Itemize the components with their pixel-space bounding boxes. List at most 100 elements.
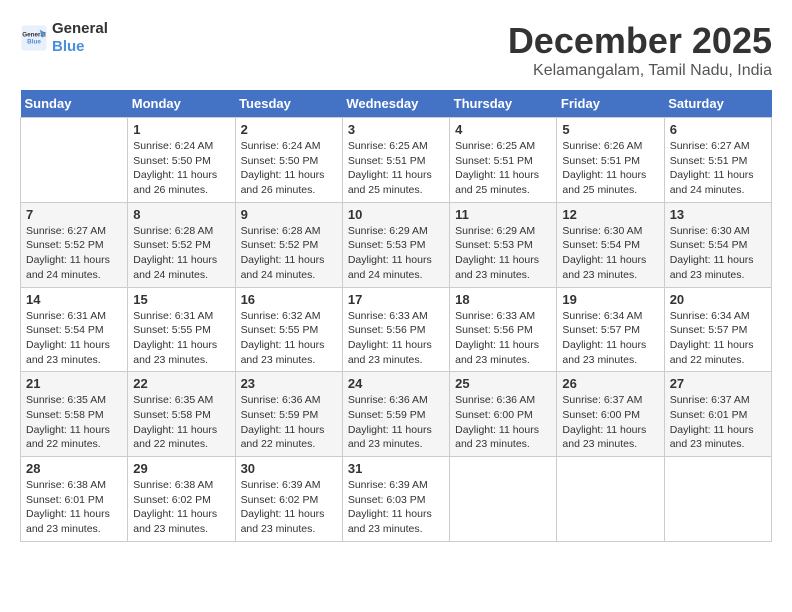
calendar-cell: 12 Sunrise: 6:30 AM Sunset: 5:54 PM Dayli… bbox=[557, 202, 664, 287]
day-info: Sunrise: 6:37 AM Sunset: 6:00 PM Dayligh… bbox=[562, 393, 658, 452]
day-number: 27 bbox=[670, 376, 766, 391]
day-number: 5 bbox=[562, 122, 658, 137]
page-header: General Blue General Blue December 2025 … bbox=[20, 20, 772, 80]
day-number: 15 bbox=[133, 292, 229, 307]
day-number: 10 bbox=[348, 207, 444, 222]
day-number: 7 bbox=[26, 207, 122, 222]
calendar-cell: 26Sunrise: 6:37 AM Sunset: 6:00 PM Dayli… bbox=[557, 372, 664, 457]
calendar-cell: 22 Sunrise: 6:35 AM Sunset: 5:58 PM Dayli… bbox=[128, 372, 235, 457]
calendar-cell bbox=[557, 457, 664, 542]
logo-text-blue: Blue bbox=[52, 38, 108, 56]
calendar-table: SundayMondayTuesdayWednesdayThursdayFrid… bbox=[20, 90, 772, 542]
day-number: 22 bbox=[133, 376, 229, 391]
logo: General Blue General Blue bbox=[20, 20, 108, 56]
day-info: Sunrise: 6:30 AM Sunset: 5:54 PM Dayligh… bbox=[670, 224, 766, 283]
day-info: Sunrise: 6:29 AM Sunset: 5:53 PM Dayligh… bbox=[455, 224, 551, 283]
day-number: 21 bbox=[26, 376, 122, 391]
day-info: Sunrise: 6:34 AM Sunset: 5:57 PM Dayligh… bbox=[562, 309, 658, 368]
day-info: Sunrise: 6:30 AM Sunset: 5:54 PM Dayligh… bbox=[562, 224, 658, 283]
day-info: Sunrise: 6:35 AM Sunset: 5:58 PM Dayligh… bbox=[26, 393, 122, 452]
weekday-header-row: SundayMondayTuesdayWednesdayThursdayFrid… bbox=[21, 90, 772, 118]
title-block: December 2025 Kelamangalam, Tamil Nadu, … bbox=[508, 20, 772, 80]
calendar-cell bbox=[450, 457, 557, 542]
day-number: 3 bbox=[348, 122, 444, 137]
day-info: Sunrise: 6:37 AM Sunset: 6:01 PM Dayligh… bbox=[670, 393, 766, 452]
calendar-cell: 17 Sunrise: 6:33 AM Sunset: 5:56 PM Dayli… bbox=[342, 287, 449, 372]
calendar-cell: 6 Sunrise: 6:27 AM Sunset: 5:51 PM Daylig… bbox=[664, 118, 771, 203]
calendar-cell: 23Sunrise: 6:36 AM Sunset: 5:59 PM Dayli… bbox=[235, 372, 342, 457]
calendar-cell: 20Sunrise: 6:34 AM Sunset: 5:57 PM Dayli… bbox=[664, 287, 771, 372]
calendar-cell: 8 Sunrise: 6:28 AM Sunset: 5:52 PM Daylig… bbox=[128, 202, 235, 287]
day-number: 23 bbox=[241, 376, 337, 391]
day-number: 12 bbox=[562, 207, 658, 222]
calendar-cell: 10 Sunrise: 6:29 AM Sunset: 5:53 PM Dayli… bbox=[342, 202, 449, 287]
calendar-cell: 24Sunrise: 6:36 AM Sunset: 5:59 PM Dayli… bbox=[342, 372, 449, 457]
day-info: Sunrise: 6:34 AM Sunset: 5:57 PM Dayligh… bbox=[670, 309, 766, 368]
day-info: Sunrise: 6:38 AM Sunset: 6:01 PM Dayligh… bbox=[26, 478, 122, 537]
day-number: 14 bbox=[26, 292, 122, 307]
location-title: Kelamangalam, Tamil Nadu, India bbox=[508, 62, 772, 80]
weekday-header-monday: Monday bbox=[128, 90, 235, 118]
logo-text-general: General bbox=[52, 20, 108, 38]
weekday-header-friday: Friday bbox=[557, 90, 664, 118]
calendar-cell: 28 Sunrise: 6:38 AM Sunset: 6:01 PM Dayli… bbox=[21, 457, 128, 542]
day-number: 4 bbox=[455, 122, 551, 137]
week-row-3: 14 Sunrise: 6:31 AM Sunset: 5:54 PM Dayli… bbox=[21, 287, 772, 372]
day-number: 9 bbox=[241, 207, 337, 222]
calendar-cell: 9 Sunrise: 6:28 AM Sunset: 5:52 PM Daylig… bbox=[235, 202, 342, 287]
calendar-cell bbox=[21, 118, 128, 203]
day-info: Sunrise: 6:24 AM Sunset: 5:50 PM Dayligh… bbox=[133, 139, 229, 198]
weekday-header-tuesday: Tuesday bbox=[235, 90, 342, 118]
weekday-header-saturday: Saturday bbox=[664, 90, 771, 118]
day-number: 1 bbox=[133, 122, 229, 137]
calendar-cell: 25Sunrise: 6:36 AM Sunset: 6:00 PM Dayli… bbox=[450, 372, 557, 457]
weekday-header-sunday: Sunday bbox=[21, 90, 128, 118]
day-info: Sunrise: 6:28 AM Sunset: 5:52 PM Dayligh… bbox=[241, 224, 337, 283]
day-number: 28 bbox=[26, 461, 122, 476]
day-info: Sunrise: 6:39 AM Sunset: 6:03 PM Dayligh… bbox=[348, 478, 444, 537]
day-info: Sunrise: 6:36 AM Sunset: 6:00 PM Dayligh… bbox=[455, 393, 551, 452]
week-row-1: 1 Sunrise: 6:24 AM Sunset: 5:50 PM Daylig… bbox=[21, 118, 772, 203]
calendar-cell: 31 Sunrise: 6:39 AM Sunset: 6:03 PM Dayli… bbox=[342, 457, 449, 542]
day-number: 13 bbox=[670, 207, 766, 222]
week-row-4: 21 Sunrise: 6:35 AM Sunset: 5:58 PM Dayli… bbox=[21, 372, 772, 457]
day-info: Sunrise: 6:31 AM Sunset: 5:55 PM Dayligh… bbox=[133, 309, 229, 368]
calendar-cell: 14 Sunrise: 6:31 AM Sunset: 5:54 PM Dayli… bbox=[21, 287, 128, 372]
calendar-cell: 21 Sunrise: 6:35 AM Sunset: 5:58 PM Dayli… bbox=[21, 372, 128, 457]
day-number: 11 bbox=[455, 207, 551, 222]
day-number: 2 bbox=[241, 122, 337, 137]
day-info: Sunrise: 6:32 AM Sunset: 5:55 PM Dayligh… bbox=[241, 309, 337, 368]
day-number: 8 bbox=[133, 207, 229, 222]
calendar-cell bbox=[664, 457, 771, 542]
day-number: 18 bbox=[455, 292, 551, 307]
month-title: December 2025 bbox=[508, 20, 772, 62]
calendar-cell: 27 Sunrise: 6:37 AM Sunset: 6:01 PM Dayli… bbox=[664, 372, 771, 457]
day-number: 6 bbox=[670, 122, 766, 137]
svg-text:Blue: Blue bbox=[27, 39, 41, 46]
day-info: Sunrise: 6:35 AM Sunset: 5:58 PM Dayligh… bbox=[133, 393, 229, 452]
calendar-cell: 16 Sunrise: 6:32 AM Sunset: 5:55 PM Dayli… bbox=[235, 287, 342, 372]
day-info: Sunrise: 6:27 AM Sunset: 5:51 PM Dayligh… bbox=[670, 139, 766, 198]
day-info: Sunrise: 6:38 AM Sunset: 6:02 PM Dayligh… bbox=[133, 478, 229, 537]
day-info: Sunrise: 6:29 AM Sunset: 5:53 PM Dayligh… bbox=[348, 224, 444, 283]
day-info: Sunrise: 6:33 AM Sunset: 5:56 PM Dayligh… bbox=[348, 309, 444, 368]
calendar-cell: 2 Sunrise: 6:24 AM Sunset: 5:50 PM Daylig… bbox=[235, 118, 342, 203]
day-number: 16 bbox=[241, 292, 337, 307]
calendar-cell: 19 Sunrise: 6:34 AM Sunset: 5:57 PM Dayli… bbox=[557, 287, 664, 372]
calendar-cell: 5 Sunrise: 6:26 AM Sunset: 5:51 PM Daylig… bbox=[557, 118, 664, 203]
day-info: Sunrise: 6:39 AM Sunset: 6:02 PM Dayligh… bbox=[241, 478, 337, 537]
day-info: Sunrise: 6:24 AM Sunset: 5:50 PM Dayligh… bbox=[241, 139, 337, 198]
calendar-cell: 1 Sunrise: 6:24 AM Sunset: 5:50 PM Daylig… bbox=[128, 118, 235, 203]
day-info: Sunrise: 6:26 AM Sunset: 5:51 PM Dayligh… bbox=[562, 139, 658, 198]
day-info: Sunrise: 6:25 AM Sunset: 5:51 PM Dayligh… bbox=[455, 139, 551, 198]
week-row-2: 7 Sunrise: 6:27 AM Sunset: 5:52 PM Daylig… bbox=[21, 202, 772, 287]
day-number: 17 bbox=[348, 292, 444, 307]
calendar-cell: 18Sunrise: 6:33 AM Sunset: 5:56 PM Dayli… bbox=[450, 287, 557, 372]
day-info: Sunrise: 6:28 AM Sunset: 5:52 PM Dayligh… bbox=[133, 224, 229, 283]
day-info: Sunrise: 6:27 AM Sunset: 5:52 PM Dayligh… bbox=[26, 224, 122, 283]
day-number: 24 bbox=[348, 376, 444, 391]
calendar-cell: 4 Sunrise: 6:25 AM Sunset: 5:51 PM Daylig… bbox=[450, 118, 557, 203]
day-number: 19 bbox=[562, 292, 658, 307]
day-number: 31 bbox=[348, 461, 444, 476]
day-info: Sunrise: 6:31 AM Sunset: 5:54 PM Dayligh… bbox=[26, 309, 122, 368]
